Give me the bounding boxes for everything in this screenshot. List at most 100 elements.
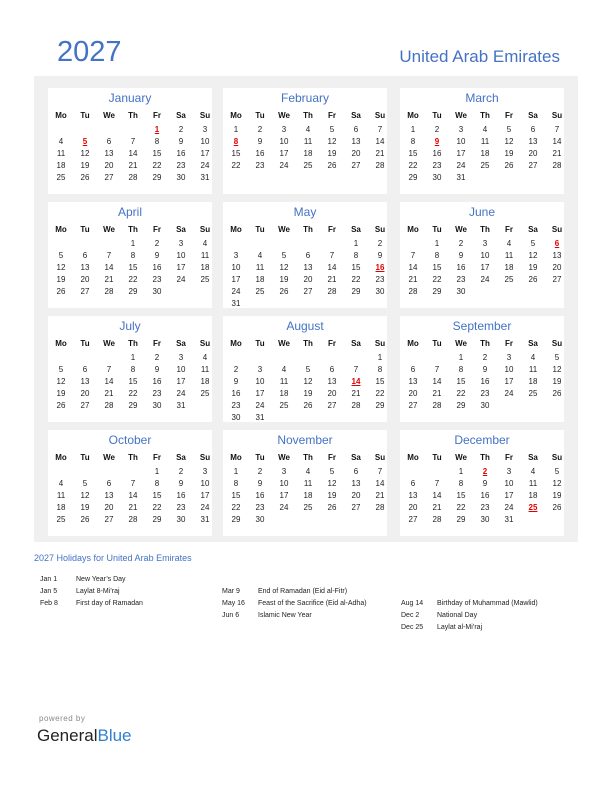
day-cell[interactable]: 27 — [297, 286, 320, 297]
day-cell[interactable]: 27 — [522, 160, 545, 171]
day-cell[interactable]: 14 — [369, 136, 392, 147]
day-cell[interactable]: 3 — [194, 124, 217, 135]
day-cell[interactable]: 23 — [426, 160, 449, 171]
holiday-day[interactable]: 16 — [369, 262, 392, 273]
day-cell[interactable]: 26 — [498, 160, 521, 171]
day-cell[interactable]: 7 — [98, 364, 121, 375]
day-cell[interactable]: 24 — [225, 286, 248, 297]
day-cell[interactable]: 29 — [369, 400, 392, 411]
day-cell[interactable]: 14 — [402, 262, 425, 273]
day-cell[interactable]: 25 — [498, 274, 521, 285]
day-cell[interactable]: 14 — [321, 262, 344, 273]
day-cell[interactable]: 22 — [146, 160, 169, 171]
day-cell[interactable]: 19 — [273, 274, 296, 285]
day-cell[interactable]: 17 — [498, 376, 521, 387]
day-cell[interactable]: 16 — [474, 376, 497, 387]
day-cell[interactable]: 18 — [249, 274, 272, 285]
day-cell[interactable]: 20 — [402, 388, 425, 399]
day-cell[interactable]: 29 — [450, 514, 473, 525]
day-cell[interactable]: 21 — [321, 274, 344, 285]
day-cell[interactable]: 29 — [225, 514, 248, 525]
day-cell[interactable]: 22 — [450, 502, 473, 513]
day-cell[interactable]: 26 — [50, 400, 73, 411]
day-cell[interactable]: 24 — [273, 160, 296, 171]
day-cell[interactable]: 22 — [369, 388, 392, 399]
day-cell[interactable]: 7 — [546, 124, 569, 135]
day-cell[interactable]: 28 — [426, 400, 449, 411]
day-cell[interactable]: 13 — [345, 136, 368, 147]
day-cell[interactable]: 15 — [225, 490, 248, 501]
day-cell[interactable]: 18 — [522, 376, 545, 387]
day-cell[interactable]: 19 — [321, 490, 344, 501]
day-cell[interactable]: 20 — [297, 274, 320, 285]
day-cell[interactable]: 30 — [146, 400, 169, 411]
day-cell[interactable]: 20 — [345, 490, 368, 501]
day-cell[interactable]: 24 — [450, 160, 473, 171]
day-cell[interactable]: 3 — [249, 364, 272, 375]
day-cell[interactable]: 28 — [98, 400, 121, 411]
day-cell[interactable]: 8 — [450, 364, 473, 375]
day-cell[interactable]: 13 — [402, 490, 425, 501]
day-cell[interactable]: 28 — [98, 286, 121, 297]
day-cell[interactable]: 30 — [170, 172, 193, 183]
day-cell[interactable]: 7 — [369, 466, 392, 477]
day-cell[interactable]: 24 — [249, 400, 272, 411]
day-cell[interactable]: 30 — [146, 286, 169, 297]
day-cell[interactable]: 4 — [522, 466, 545, 477]
day-cell[interactable]: 4 — [50, 478, 73, 489]
day-cell[interactable]: 4 — [297, 124, 320, 135]
day-cell[interactable]: 17 — [194, 490, 217, 501]
day-cell[interactable]: 1 — [402, 124, 425, 135]
day-cell[interactable]: 16 — [170, 490, 193, 501]
day-cell[interactable]: 7 — [321, 250, 344, 261]
day-cell[interactable]: 14 — [426, 376, 449, 387]
day-cell[interactable]: 10 — [170, 364, 193, 375]
day-cell[interactable]: 22 — [225, 160, 248, 171]
day-cell[interactable]: 21 — [369, 148, 392, 159]
day-cell[interactable]: 8 — [402, 136, 425, 147]
day-cell[interactable]: 25 — [297, 502, 320, 513]
day-cell[interactable]: 26 — [273, 286, 296, 297]
generalblue-logo[interactable]: GeneralBlue — [37, 726, 132, 746]
day-cell[interactable]: 24 — [498, 502, 521, 513]
day-cell[interactable]: 24 — [194, 160, 217, 171]
day-cell[interactable]: 20 — [74, 388, 97, 399]
holiday-day[interactable]: 8 — [225, 136, 248, 147]
day-cell[interactable]: 18 — [273, 388, 296, 399]
day-cell[interactable]: 6 — [297, 250, 320, 261]
day-cell[interactable]: 12 — [74, 490, 97, 501]
day-cell[interactable]: 10 — [273, 136, 296, 147]
day-cell[interactable]: 18 — [522, 490, 545, 501]
day-cell[interactable]: 13 — [546, 250, 569, 261]
day-cell[interactable]: 10 — [498, 478, 521, 489]
day-cell[interactable]: 3 — [194, 466, 217, 477]
day-cell[interactable]: 17 — [225, 274, 248, 285]
day-cell[interactable]: 1 — [225, 466, 248, 477]
day-cell[interactable]: 26 — [546, 388, 569, 399]
day-cell[interactable]: 9 — [249, 478, 272, 489]
day-cell[interactable]: 24 — [273, 502, 296, 513]
day-cell[interactable]: 13 — [74, 376, 97, 387]
day-cell[interactable]: 6 — [522, 124, 545, 135]
day-cell[interactable]: 29 — [426, 286, 449, 297]
day-cell[interactable]: 27 — [345, 502, 368, 513]
day-cell[interactable]: 3 — [225, 250, 248, 261]
day-cell[interactable]: 25 — [522, 388, 545, 399]
day-cell[interactable]: 31 — [249, 412, 272, 423]
day-cell[interactable]: 10 — [170, 250, 193, 261]
day-cell[interactable]: 15 — [122, 376, 145, 387]
day-cell[interactable]: 23 — [450, 274, 473, 285]
day-cell[interactable]: 12 — [546, 478, 569, 489]
day-cell[interactable]: 4 — [194, 352, 217, 363]
day-cell[interactable]: 17 — [474, 262, 497, 273]
day-cell[interactable]: 3 — [474, 238, 497, 249]
holiday-day[interactable]: 9 — [426, 136, 449, 147]
day-cell[interactable]: 24 — [194, 502, 217, 513]
day-cell[interactable]: 30 — [249, 514, 272, 525]
day-cell[interactable]: 14 — [122, 490, 145, 501]
day-cell[interactable]: 26 — [321, 502, 344, 513]
day-cell[interactable]: 21 — [122, 160, 145, 171]
day-cell[interactable]: 28 — [122, 172, 145, 183]
day-cell[interactable]: 15 — [146, 490, 169, 501]
day-cell[interactable]: 13 — [321, 376, 344, 387]
